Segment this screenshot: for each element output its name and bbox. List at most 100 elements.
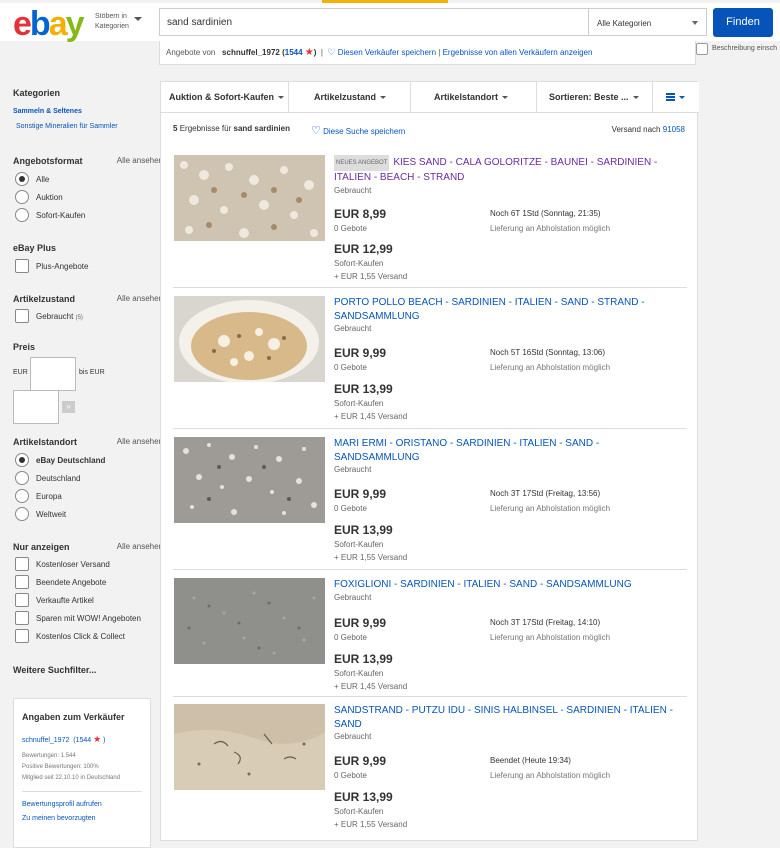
item-bid-price: EUR 9,99 bbox=[334, 616, 387, 630]
item-thumbnail-shells[interactable] bbox=[174, 296, 325, 382]
search-input[interactable]: sand sardinien bbox=[159, 8, 589, 36]
item-bids: 0 Gebote bbox=[334, 771, 367, 780]
heart-icon[interactable]: ♡ bbox=[327, 47, 335, 58]
list-item[interactable]: NEUES ANGEBOT KIES SAND - CALA GOLORITZE … bbox=[173, 155, 687, 288]
checkbox-click-collect[interactable] bbox=[15, 629, 29, 643]
chevron-down-icon bbox=[502, 96, 509, 100]
checkbox-sold[interactable] bbox=[15, 593, 29, 607]
chevron-down-icon bbox=[278, 96, 284, 100]
price-go-button[interactable]: » bbox=[62, 401, 75, 413]
radio-location-world[interactable] bbox=[15, 507, 29, 521]
item-title[interactable]: FOXIGLIONI - SARDINIEN - ITALIEN - SAND … bbox=[334, 578, 684, 592]
ship-to-zip[interactable]: 91058 bbox=[663, 125, 685, 134]
chevron-down-icon bbox=[380, 96, 387, 100]
item-title[interactable]: NEUES ANGEBOT KIES SAND - CALA GOLORITZE … bbox=[334, 155, 684, 185]
format-option[interactable]: Sofort-Kaufen bbox=[36, 211, 85, 220]
item-pickup: Lieferung an Abholstation möglich bbox=[490, 363, 611, 372]
radio-location-de[interactable] bbox=[15, 471, 29, 485]
find-button[interactable]: Finden bbox=[713, 8, 773, 37]
only-show-option[interactable]: Kostenlos Click & Collect bbox=[36, 632, 125, 641]
seller-ratings: Bewertungen: 1.544 bbox=[22, 753, 76, 759]
item-title[interactable]: SANDSTRAND - PUTZU IDU - SINIS HALBINSEL… bbox=[334, 704, 684, 732]
location-option[interactable]: Weltweit bbox=[36, 510, 66, 519]
item-shipping: + EUR 1,45 Versand bbox=[334, 412, 408, 421]
tab-condition[interactable]: Artikelzustand bbox=[289, 82, 411, 112]
checkbox-ended[interactable] bbox=[15, 575, 29, 589]
item-bin-price: EUR 13,99 bbox=[334, 523, 393, 537]
item-title[interactable]: PORTO POLLO BEACH - SARDINIEN - ITALIEN … bbox=[334, 296, 684, 324]
checkbox-wow[interactable] bbox=[15, 611, 29, 625]
radio-format-bin[interactable] bbox=[15, 208, 29, 222]
seller-name[interactable]: schnuffel_1972 bbox=[222, 48, 280, 57]
item-thumbnail-grey-sand[interactable] bbox=[174, 578, 325, 664]
only-show-option[interactable]: Verkaufte Artikel bbox=[36, 596, 94, 605]
format-option[interactable]: Alle bbox=[36, 175, 49, 184]
tab-sort[interactable]: Sortieren: Beste ... bbox=[537, 82, 653, 112]
condition-see-all[interactable]: Alle ansehen bbox=[117, 294, 163, 303]
format-see-all[interactable]: Alle ansehen bbox=[117, 156, 163, 165]
radio-location-ebay-de[interactable] bbox=[15, 453, 29, 467]
category-link[interactable]: Sammeln & Seltenes bbox=[13, 108, 82, 115]
item-thumbnail-pebbles[interactable] bbox=[174, 437, 325, 523]
item-thumbnail-gravel[interactable] bbox=[174, 155, 325, 241]
ebay-logo[interactable]: ebay bbox=[13, 6, 85, 42]
checkbox-used[interactable] bbox=[15, 309, 29, 323]
plus-option[interactable]: Plus-Angebote bbox=[36, 262, 88, 271]
radio-location-europe[interactable] bbox=[15, 489, 29, 503]
item-title[interactable]: MARI ERMI - ORISTANO - SARDINIEN - ITALI… bbox=[334, 437, 684, 465]
seller-stats: Bewertungen: 1.544 Positive Bewertungen:… bbox=[22, 751, 142, 784]
location-option[interactable]: Europa bbox=[36, 492, 62, 501]
chevron-down-icon[interactable] bbox=[679, 96, 685, 99]
item-bin-label: Sofort-Kaufen bbox=[334, 807, 384, 816]
divider: | bbox=[438, 48, 441, 57]
seller-member-since: Mitglied seit 22.10.10 in Deutschland bbox=[22, 775, 121, 781]
seller-filter-bar: Angebote von schnuffel_1972 (1544 ★) | ♡… bbox=[159, 41, 696, 65]
chevron-down-icon[interactable] bbox=[134, 17, 142, 21]
tab-format[interactable]: Auktion & Sofort-Kaufen bbox=[161, 82, 289, 112]
condition-option[interactable]: Gebraucht (5) bbox=[36, 312, 83, 321]
item-condition: Gebraucht bbox=[334, 732, 372, 741]
browse-categories-button[interactable]: Stöbern in Kategorien bbox=[95, 12, 135, 32]
feedback-profile-link[interactable]: Bewertungsprofil aufrufen bbox=[22, 798, 142, 812]
radio-format-auction[interactable] bbox=[15, 190, 29, 204]
checkbox-free-shipping[interactable] bbox=[15, 557, 29, 571]
more-filters-link[interactable]: Weitere Suchfilter... bbox=[13, 665, 96, 675]
item-pickup: Lieferung an Abholstation möglich bbox=[490, 633, 611, 642]
only-show-see-all[interactable]: Alle ansehen bbox=[117, 542, 163, 551]
list-item[interactable]: FOXIGLIONI - SARDINIEN - ITALIEN - SAND … bbox=[173, 578, 687, 697]
item-bin-price: EUR 13,99 bbox=[334, 652, 393, 666]
only-show-option[interactable]: Sparen mit WOW! Angeboten bbox=[36, 614, 141, 623]
item-time-left: Noch 6T 1Std (Sonntag, 21:35) bbox=[490, 209, 601, 218]
list-item[interactable]: PORTO POLLO BEACH - SARDINIEN - ITALIEN … bbox=[173, 296, 687, 429]
format-option[interactable]: Auktion bbox=[36, 193, 63, 202]
category-select[interactable]: Alle Kategorien bbox=[589, 8, 707, 36]
radio-format-all[interactable] bbox=[15, 172, 29, 186]
tab-location[interactable]: Artikelstandort bbox=[411, 82, 537, 112]
item-thumbnail-beach-sand[interactable] bbox=[174, 704, 325, 790]
subcategory-link[interactable]: Sonstige Mineralien für Sammler bbox=[16, 123, 118, 130]
location-see-all[interactable]: Alle ansehen bbox=[117, 437, 163, 446]
list-view-icon[interactable] bbox=[666, 93, 675, 101]
item-bid-price: EUR 8,99 bbox=[334, 207, 387, 221]
item-shipping: + EUR 1,55 Versand bbox=[334, 553, 408, 562]
seller-score[interactable]: 1544 bbox=[285, 48, 303, 57]
results-panel: Auktion & Sofort-Kaufen Artikelzustand A… bbox=[160, 81, 699, 841]
price-min-input[interactable] bbox=[30, 357, 76, 391]
item-condition: Gebraucht bbox=[334, 186, 372, 195]
only-show-option[interactable]: Kostenloser Versand bbox=[36, 560, 110, 569]
price-max-input[interactable] bbox=[13, 390, 59, 424]
list-item[interactable]: SANDSTRAND - PUTZU IDU - SINIS HALBINSEL… bbox=[173, 704, 687, 840]
seller-info-name[interactable]: schnuffel_1972 (1544 ★ ) bbox=[22, 734, 142, 745]
add-favorite-link[interactable]: Zu meinen bevorzugten bbox=[22, 812, 142, 826]
include-description-checkbox[interactable] bbox=[696, 43, 708, 55]
location-option[interactable]: eBay Deutschland bbox=[36, 456, 105, 465]
location-option[interactable]: Deutschland bbox=[36, 474, 80, 483]
save-search-link[interactable]: ♡ Diese Suche speichern bbox=[311, 124, 405, 137]
item-pickup: Lieferung an Abholstation möglich bbox=[490, 771, 611, 780]
only-show-option[interactable]: Beendete Angebote bbox=[36, 578, 106, 587]
item-pickup: Lieferung an Abholstation möglich bbox=[490, 504, 611, 513]
list-item[interactable]: MARI ERMI - ORISTANO - SARDINIEN - ITALI… bbox=[173, 437, 687, 570]
checkbox-plus[interactable] bbox=[15, 259, 29, 273]
save-seller-link[interactable]: Diesen Verkäufer speichern bbox=[338, 48, 436, 57]
all-sellers-link[interactable]: Ergebnisse von allen Verkäufern anzeigen bbox=[443, 48, 593, 57]
